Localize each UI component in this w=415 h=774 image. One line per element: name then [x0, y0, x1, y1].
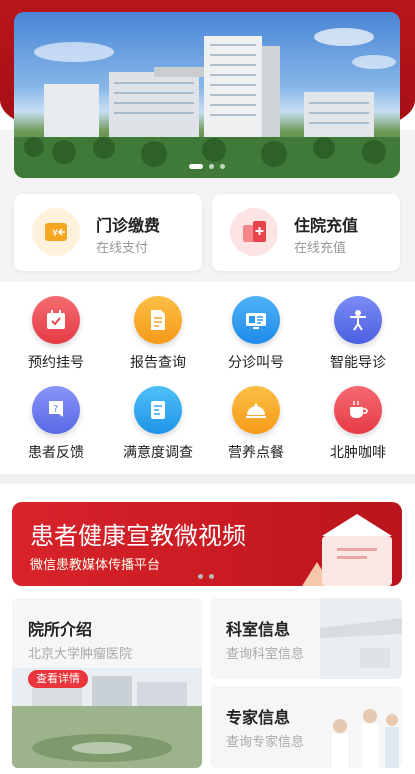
envelope-illustration: [302, 514, 392, 586]
service-label: 智能导诊: [330, 355, 386, 371]
service-appointment[interactable]: 预约挂号: [6, 282, 106, 371]
service-satisfaction-survey[interactable]: 满意度调查: [108, 372, 208, 461]
promo-subtitle: 微信患教媒体传播平台: [30, 558, 161, 573]
expert-subtitle: 查询专家信息: [226, 735, 305, 750]
view-details-button[interactable]: 查看详情: [28, 670, 88, 688]
promo-dot[interactable]: [198, 574, 203, 579]
hospital-banner-carousel[interactable]: [14, 12, 400, 178]
feedback-question-icon: ?: [32, 386, 80, 434]
payment-title: 门诊缴费: [96, 216, 161, 235]
service-label: 北肿咖啡: [330, 445, 386, 461]
section-divider: [0, 474, 415, 484]
promo-indicator: [198, 574, 214, 579]
service-label: 患者反馈: [28, 445, 84, 461]
service-label: 分诊叫号: [228, 355, 284, 371]
service-label: 预约挂号: [28, 355, 84, 371]
banner-dot[interactable]: [189, 164, 203, 169]
hospital-plus-icon: [230, 208, 278, 256]
yen-card-icon: ¥: [32, 208, 80, 256]
recharge-title: 住院充值: [294, 216, 359, 235]
promo-dot[interactable]: [209, 574, 214, 579]
payment-subtitle: 在线支付: [96, 241, 149, 256]
body-guide-icon: [334, 296, 382, 344]
service-nutrition-order[interactable]: 营养点餐: [206, 372, 306, 461]
hospital-photo: [14, 28, 400, 178]
service-triage-queue[interactable]: 分诊叫号: [206, 282, 306, 371]
intro-subtitle: 北京大学肿瘤医院: [28, 647, 133, 662]
svg-text:¥: ¥: [52, 228, 58, 239]
dept-title: 科室信息: [226, 620, 291, 639]
coffee-cup-icon: [334, 386, 382, 434]
svg-text:?: ?: [53, 404, 58, 415]
queue-screen-icon: [232, 296, 280, 344]
banner-dot[interactable]: [209, 164, 214, 169]
report-doc-icon: [134, 296, 182, 344]
food-cloche-icon: [232, 386, 280, 434]
service-report-query[interactable]: 报告查询: [108, 282, 208, 371]
recharge-subtitle: 在线充值: [294, 241, 347, 256]
service-patient-feedback[interactable]: ? 患者反馈: [6, 372, 106, 461]
hospital-intro-card[interactable]: 院所介绍 北京大学肿瘤医院 查看详情: [12, 598, 202, 768]
service-label: 报告查询: [130, 355, 186, 371]
expert-info-card[interactable]: 专家信息 查询专家信息: [210, 686, 402, 768]
dept-subtitle: 查询科室信息: [226, 647, 305, 662]
service-label: 满意度调查: [123, 445, 193, 461]
service-label: 营养点餐: [228, 445, 284, 461]
survey-icon: [134, 386, 182, 434]
inpatient-recharge-card[interactable]: 住院充值 在线充值: [212, 194, 400, 271]
outpatient-payment-card[interactable]: ¥ 门诊缴费 在线支付: [14, 194, 202, 271]
service-coffee[interactable]: 北肿咖啡: [308, 372, 408, 461]
banner-dot[interactable]: [220, 164, 225, 169]
department-info-card[interactable]: 科室信息 查询科室信息: [210, 598, 402, 679]
banner-indicator: [14, 164, 400, 169]
service-grid: 预约挂号 报告查询 分诊叫号 智能导诊 ? 患者反馈 满意度调查 营养点餐 北肿…: [0, 282, 415, 474]
calendar-check-icon: [32, 296, 80, 344]
expert-title: 专家信息: [226, 708, 291, 727]
promo-title: 患者健康宣教微视频: [30, 522, 246, 550]
service-smart-guide[interactable]: 智能导诊: [308, 282, 408, 371]
intro-title: 院所介绍: [28, 620, 93, 639]
